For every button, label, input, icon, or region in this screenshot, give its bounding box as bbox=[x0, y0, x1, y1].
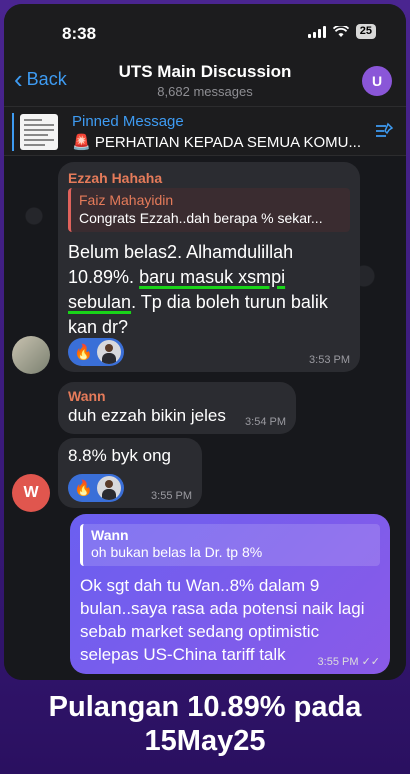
phone-screen: 8:38 25 ‹ Back UTS Main Discussion 8,682… bbox=[4, 4, 406, 680]
message-text: Belum belas2. Alhamdulillah 10.89%. baru… bbox=[68, 240, 353, 340]
pinned-label: Pinned Message bbox=[72, 113, 184, 130]
reactor-avatar bbox=[96, 476, 121, 500]
signal-icon bbox=[307, 25, 326, 38]
sender-avatar[interactable]: W bbox=[12, 474, 50, 512]
pinned-thumbnail bbox=[20, 114, 58, 150]
message-time: 3:55 PM ✓✓ bbox=[318, 655, 380, 668]
message-time-text: 3:55 PM bbox=[317, 656, 359, 668]
message-text: Ok sgt dah tu Wan..8% dalam 9 bulan..say… bbox=[80, 576, 365, 664]
chat-title-area[interactable]: UTS Main Discussion 8,682 messages bbox=[4, 62, 406, 99]
status-time: 8:38 bbox=[62, 24, 97, 43]
status-icons: 25 bbox=[307, 24, 376, 39]
caption: Pulangan 10.89% pada 15May25 bbox=[0, 690, 410, 758]
fire-reaction[interactable]: 🔥 bbox=[68, 474, 124, 502]
message-bubble[interactable]: Wann duh ezzah bikin jeles 3:54 PM bbox=[58, 382, 296, 434]
fire-icon: 🔥 bbox=[74, 344, 93, 361]
pinned-indicator bbox=[12, 113, 14, 151]
reply-preview[interactable]: Wann oh bukan belas la Dr. tp 8% bbox=[80, 524, 380, 566]
chat-header: ‹ Back UTS Main Discussion 8,682 message… bbox=[4, 58, 406, 106]
message-time: 3:53 PM bbox=[309, 354, 350, 366]
reactions: 🔥 bbox=[68, 338, 124, 366]
reply-preview[interactable]: Faiz Mahayidin Congrats Ezzah..dah berap… bbox=[68, 188, 350, 232]
caption-line-1: Pulangan 10.89% pada bbox=[48, 691, 362, 723]
sender-name: Wann bbox=[68, 388, 106, 404]
message-bubble[interactable]: 8.8% byk ong 🔥 3:55 PM bbox=[58, 438, 202, 508]
status-bar: 8:38 25 bbox=[4, 4, 406, 58]
fire-icon: 🔥 bbox=[74, 480, 93, 497]
message-bubble[interactable]: Ezzah Hahaha Faiz Mahayidin Congrats Ezz… bbox=[58, 162, 360, 372]
reply-sender: Faiz Mahayidin bbox=[79, 192, 174, 208]
message-time: 3:54 PM bbox=[245, 416, 286, 428]
chat-title: UTS Main Discussion bbox=[118, 62, 292, 81]
pinned-message-bar[interactable]: Pinned Message 🚨 PERHATIAN KEPADA SEMUA … bbox=[4, 106, 406, 156]
reactions: 🔥 bbox=[68, 474, 124, 502]
own-message-bubble[interactable]: Wann oh bukan belas la Dr. tp 8% Ok sgt … bbox=[70, 514, 390, 674]
reply-text: Congrats Ezzah..dah berapa % sekar... bbox=[79, 210, 323, 226]
pinned-text: 🚨 PERHATIAN KEPADA SEMUA KOMU... bbox=[72, 134, 362, 151]
reply-text: oh bukan belas la Dr. tp 8% bbox=[91, 544, 263, 560]
group-avatar[interactable]: U bbox=[362, 66, 392, 96]
sender-name: Ezzah Hahaha bbox=[68, 170, 163, 186]
sender-avatar[interactable] bbox=[12, 336, 50, 374]
message-count: 8,682 messages bbox=[157, 84, 253, 99]
wifi-icon bbox=[332, 25, 349, 37]
message-text: 8.8% byk ong bbox=[68, 446, 172, 465]
caption-line-2: 15May25 bbox=[144, 725, 266, 757]
reply-sender: Wann bbox=[91, 527, 129, 543]
message-text: duh ezzah bikin jeles bbox=[68, 406, 226, 425]
message-time: 3:55 PM bbox=[151, 490, 192, 502]
battery-icon: 25 bbox=[355, 24, 376, 39]
double-check-icon: ✓✓ bbox=[361, 656, 380, 668]
pin-list-icon[interactable] bbox=[374, 122, 394, 140]
fire-reaction[interactable]: 🔥 bbox=[68, 338, 124, 366]
message-list[interactable]: Ezzah Hahaha Faiz Mahayidin Congrats Ezz… bbox=[4, 156, 406, 680]
reactor-avatar bbox=[96, 340, 121, 364]
